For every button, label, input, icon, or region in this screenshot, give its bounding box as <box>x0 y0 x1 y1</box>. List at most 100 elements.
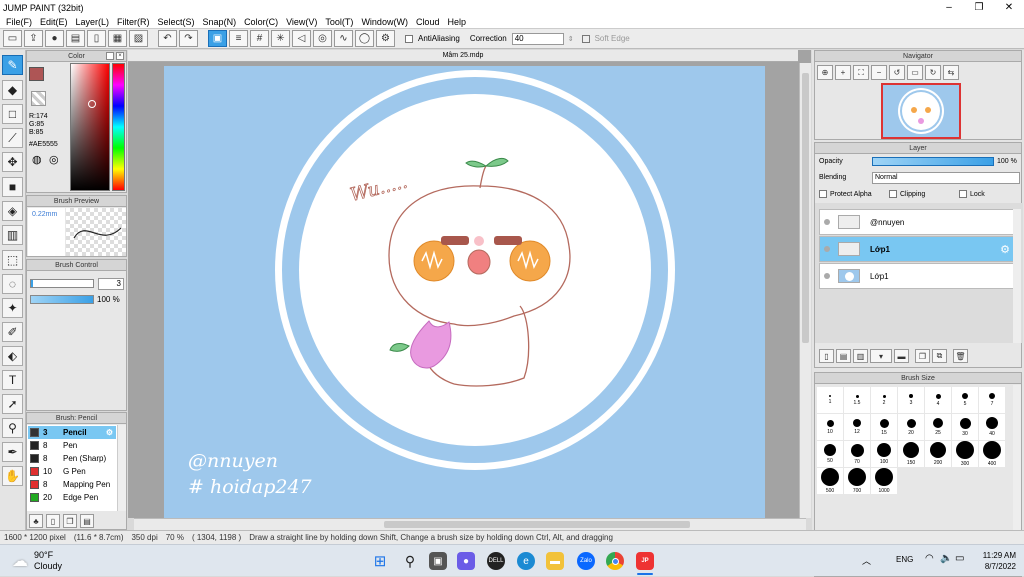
layer-options-icon[interactable]: ▾ <box>870 349 892 363</box>
lasso-tool-icon[interactable]: ◌ <box>2 274 23 294</box>
brush-size-preset[interactable]: 40 <box>979 414 1005 440</box>
panel-close-icon[interactable]: × <box>116 52 124 60</box>
line-tool-icon[interactable]: ⟋ <box>2 128 23 148</box>
brush-size-preset[interactable]: 25 <box>925 414 951 440</box>
new-layer-icon[interactable]: ▯ <box>819 349 834 363</box>
layer-settings-gear-icon[interactable]: ⚙ <box>1000 243 1010 256</box>
brush-size-preset[interactable]: 1.5 <box>844 387 870 413</box>
radial-snap-icon[interactable]: ✳ <box>271 30 290 47</box>
volume-icon[interactable]: 🔈 <box>940 553 952 564</box>
menu-item[interactable]: Color(C) <box>240 15 282 29</box>
rotate-right-icon[interactable]: ↻ <box>925 65 941 80</box>
protect-alpha-checkbox[interactable] <box>819 190 827 198</box>
actual-size-icon[interactable]: ⛶ <box>853 65 869 80</box>
brush-settings-icon[interactable]: ▤ <box>80 514 94 528</box>
new-8bit-layer-icon[interactable]: ▥ <box>853 349 868 363</box>
save-icon[interactable]: ▤ <box>66 30 85 47</box>
zalo-icon[interactable]: Zalo <box>577 552 595 570</box>
select-rect-icon[interactable]: ⬚ <box>2 250 23 270</box>
brush-opacity-slider[interactable] <box>30 295 94 304</box>
brush-list-scrollbar[interactable] <box>117 425 126 511</box>
gradient-tool-icon[interactable]: ▥ <box>2 225 23 245</box>
menu-item[interactable]: Snap(N) <box>199 15 241 29</box>
jump-paint-icon[interactable]: JP <box>636 552 654 570</box>
brush-group-icon[interactable]: ♣ <box>29 514 43 528</box>
parallel-snap-icon[interactable]: ≡ <box>229 30 248 47</box>
ellipse-snap-icon[interactable]: ◯ <box>355 30 374 47</box>
brush-size-preset[interactable]: 1000 <box>871 468 897 494</box>
vertical-scroll-thumb[interactable] <box>802 73 809 343</box>
settings-icon[interactable]: ▨ <box>129 30 148 47</box>
undo-icon[interactable]: ↶ <box>158 30 177 47</box>
select-pen-icon[interactable]: ✐ <box>2 322 23 342</box>
maximize-icon[interactable]: ❐ <box>964 0 994 15</box>
layer-folder-icon[interactable]: ▬ <box>894 349 909 363</box>
blending-select[interactable]: Normal <box>872 172 1020 184</box>
document-icon[interactable]: ▯ <box>87 30 106 47</box>
new-halftone-layer-icon[interactable]: ▤ <box>836 349 851 363</box>
curve-snap-icon[interactable]: ∿ <box>334 30 353 47</box>
document-tab[interactable]: Mâm 25.mdp <box>128 50 798 62</box>
search-icon[interactable]: ⚲ <box>401 552 419 570</box>
brush-size-preset[interactable]: 150 <box>898 441 924 467</box>
flip-icon[interactable]: ⇆ <box>943 65 959 80</box>
new-canvas-icon[interactable]: ▭ <box>3 30 22 47</box>
tile-icon[interactable]: ▣ <box>208 30 227 47</box>
brush-size-preset[interactable]: 100 <box>871 441 897 467</box>
clock-time[interactable]: 11:29 AM <box>976 550 1016 561</box>
pen-tool-icon[interactable]: ✎ <box>2 55 23 75</box>
brush-list-item[interactable]: 20 Edge Pen <box>28 491 116 504</box>
layer-visibility-icon[interactable] <box>824 273 830 279</box>
reset-view-icon[interactable]: ▭ <box>907 65 923 80</box>
grid-snap-icon[interactable]: # <box>250 30 269 47</box>
minimize-icon[interactable]: – <box>934 0 964 15</box>
move-tool-icon[interactable]: ✥ <box>2 152 23 172</box>
text-tool-icon[interactable]: T <box>2 370 23 390</box>
export-icon[interactable]: ▦ <box>108 30 127 47</box>
layer-opacity-slider[interactable] <box>872 157 994 166</box>
menu-item[interactable]: Layer(L) <box>72 15 114 29</box>
menu-item[interactable]: Cloud <box>412 15 444 29</box>
layer-list-scrollbar[interactable] <box>1013 209 1021 343</box>
brush-size-preset[interactable]: 15 <box>871 414 897 440</box>
rotate-left-icon[interactable]: ↺ <box>889 65 905 80</box>
copy-brush-icon[interactable]: ❐ <box>63 514 77 528</box>
clipping-checkbox[interactable] <box>889 190 897 198</box>
menu-item[interactable]: Filter(R) <box>113 15 154 29</box>
layer-row[interactable]: Lớp1 <box>819 263 1015 289</box>
brush-size-preset[interactable]: 2 <box>871 387 897 413</box>
menu-item[interactable]: Help <box>443 15 470 29</box>
magic-wand-icon[interactable]: ✦ <box>2 298 23 318</box>
wifi-icon[interactable]: ◠ <box>925 553 934 564</box>
clock-date[interactable]: 8/7/2022 <box>976 561 1016 572</box>
brush-size-preset[interactable]: 300 <box>952 441 978 467</box>
soft-edge-checkbox[interactable] <box>581 34 590 43</box>
hue-slider[interactable] <box>112 63 125 191</box>
concentric-snap-icon[interactable]: ◎ <box>313 30 332 47</box>
saturation-value-picker[interactable] <box>70 63 110 191</box>
panel-pin-icon[interactable] <box>106 52 114 60</box>
brush-size-preset[interactable]: 70 <box>844 441 870 467</box>
windows-start-icon[interactable]: ⊞ <box>371 552 389 570</box>
snap-settings-icon[interactable]: ⚙ <box>376 30 395 47</box>
brush-size-preset[interactable]: 12 <box>844 414 870 440</box>
brush-size-preset[interactable]: 30 <box>952 414 978 440</box>
brush-size-preset[interactable]: 700 <box>844 468 870 494</box>
eyedropper-tool-icon[interactable]: ⚲ <box>2 418 23 438</box>
layer-visibility-icon[interactable] <box>824 219 830 225</box>
correction-field[interactable]: 40 <box>511 32 564 45</box>
menu-item[interactable]: Select(S) <box>154 15 199 29</box>
foreground-color-swatch[interactable] <box>29 67 44 81</box>
layer-row[interactable]: Lớp1 ⚙ <box>819 236 1015 262</box>
zoom-fit-icon[interactable]: ⊕ <box>817 65 833 80</box>
language-indicator[interactable]: ENG <box>896 555 913 564</box>
shape-tool-icon[interactable]: □ <box>2 104 23 124</box>
brush-list-item[interactable]: 8 Pen (Sharp) <box>28 452 116 465</box>
brush-settings-gear-icon[interactable]: ⚙ <box>106 426 113 439</box>
battery-icon[interactable]: ▭ <box>955 553 964 564</box>
vanishing-point-icon[interactable]: ◁ <box>292 30 311 47</box>
brush-size-preset[interactable]: 1 <box>817 387 843 413</box>
navigator-thumbnail[interactable] <box>881 83 961 139</box>
drawing-canvas[interactable]: Wu..... @nnuyen # hoidap247 <box>164 66 765 518</box>
edge-browser-icon[interactable]: e <box>517 552 535 570</box>
